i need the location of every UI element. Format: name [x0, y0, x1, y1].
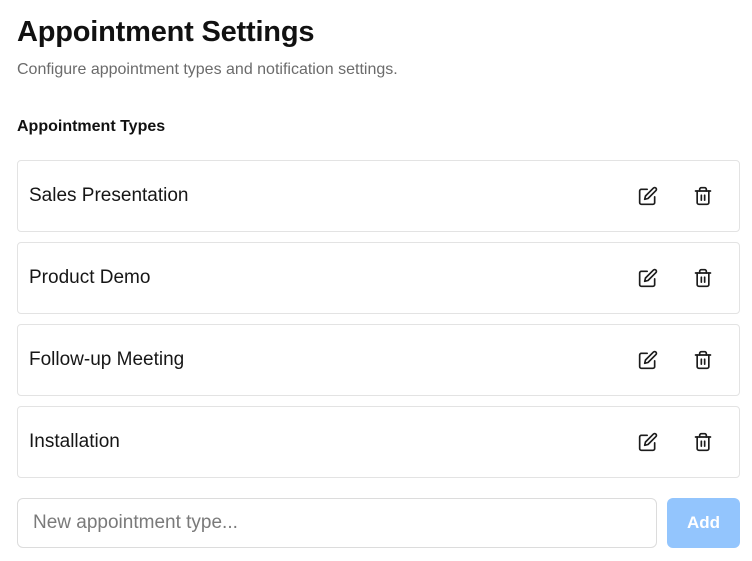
- trash-icon[interactable]: [689, 346, 717, 374]
- trash-icon[interactable]: [689, 428, 717, 456]
- add-button[interactable]: Add: [667, 498, 740, 548]
- new-appointment-type-input[interactable]: [17, 498, 657, 548]
- edit-icon[interactable]: [634, 182, 662, 210]
- appointment-type-label: Follow-up Meeting: [29, 349, 185, 370]
- page-subtitle: Configure appointment types and notifica…: [17, 61, 398, 78]
- appointment-type-row: Product Demo: [17, 242, 740, 314]
- trash-icon[interactable]: [689, 182, 717, 210]
- appointment-types-heading: Appointment Types: [17, 118, 166, 135]
- edit-icon[interactable]: [634, 346, 662, 374]
- appointment-type-row: Follow-up Meeting: [17, 324, 740, 396]
- edit-icon[interactable]: [634, 428, 662, 456]
- edit-icon[interactable]: [634, 264, 662, 292]
- appointment-types-list: Sales Presentation Product Demo Follow-u…: [17, 160, 740, 488]
- add-appointment-type-form: Add: [17, 498, 740, 548]
- appointment-type-label: Product Demo: [29, 267, 151, 288]
- appointment-type-row: Installation: [17, 406, 740, 478]
- appointment-type-row: Sales Presentation: [17, 160, 740, 232]
- appointment-settings-page: Appointment Settings Configure appointme…: [0, 0, 752, 561]
- trash-icon[interactable]: [689, 264, 717, 292]
- appointment-type-label: Sales Presentation: [29, 185, 189, 206]
- page-title: Appointment Settings: [17, 16, 315, 48]
- appointment-type-label: Installation: [29, 431, 120, 452]
